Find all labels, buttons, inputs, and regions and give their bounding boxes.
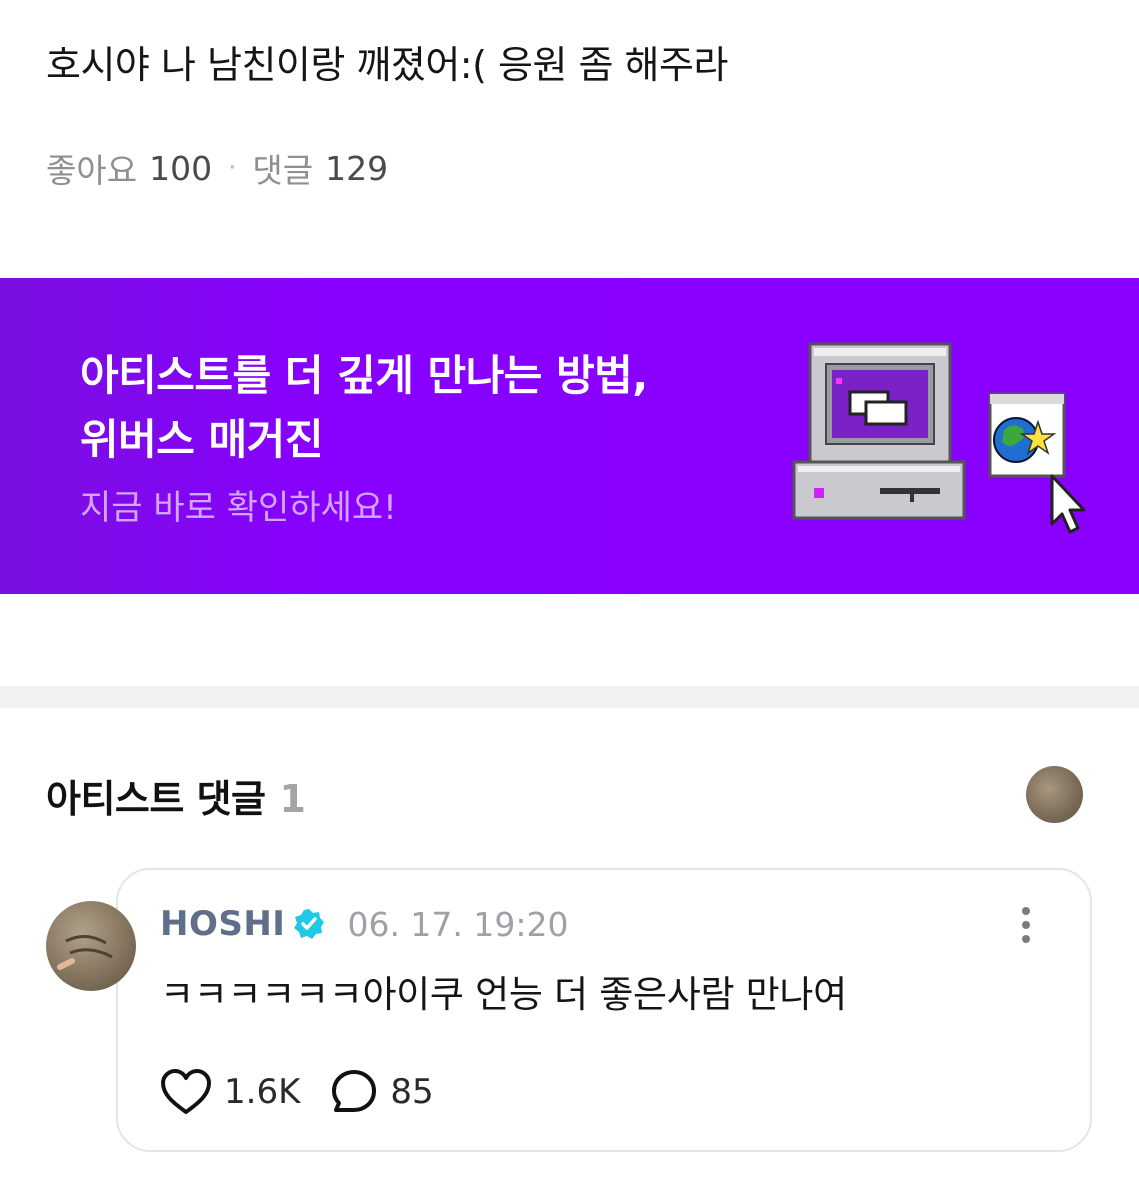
banner-illustration (792, 342, 1086, 534)
post-stats: 좋아요 100 · 댓글 129 (46, 144, 388, 192)
banner-title-line2: 위버스 매거진 (80, 415, 323, 464)
comment-timestamp: 06. 17. 19:20 (347, 904, 569, 944)
likes-count: 1.6K (224, 1072, 301, 1112)
reply-bubble-icon[interactable] (330, 1068, 378, 1116)
likes-label: 좋아요 (46, 151, 138, 190)
comment-author-row: HOSHI 06. 17. 19:20 (160, 904, 569, 944)
retro-computer-icon (792, 342, 966, 520)
more-options-icon[interactable] (1016, 906, 1036, 944)
comment-actions: 1.6K 85 (160, 1068, 434, 1116)
comment-text: ㅋㅋㅋㅋㅋㅋ아이쿠 언능 더 좋은사람 만나여 (160, 973, 847, 1016)
banner-title-line1: 아티스트를 더 깊게 만나는 방법, (80, 351, 648, 400)
avatar-image (57, 935, 113, 970)
heart-icon[interactable] (160, 1068, 212, 1116)
artist-comments-header: 아티스트 댓글 1 (46, 768, 306, 823)
artist-comments-title: 아티스트 댓글 (46, 777, 266, 821)
post-title: 호시야 나 남친이랑 깨졌어:( 응원 좀 해주라 (46, 43, 728, 87)
replies-count: 85 (390, 1072, 434, 1112)
section-divider (0, 686, 1139, 708)
globe-star-window-icon (988, 392, 1066, 478)
artist-comments-count: 1 (279, 777, 306, 821)
comments-count: 129 (325, 148, 389, 188)
comments-label: 댓글 (252, 151, 314, 190)
separator-dot: · (228, 153, 237, 183)
banner-title: 아티스트를 더 깊게 만나는 방법, 위버스 매거진 (80, 344, 648, 472)
artist-avatar-small[interactable] (1026, 766, 1083, 823)
banner-subtitle: 지금 바로 확인하세요! (80, 488, 397, 528)
mouse-cursor-icon (1050, 474, 1086, 534)
author-name[interactable]: HOSHI (160, 904, 285, 944)
likes-count: 100 (149, 148, 213, 188)
magazine-banner[interactable]: 아티스트를 더 깊게 만나는 방법, 위버스 매거진 지금 바로 확인하세요! (0, 278, 1139, 594)
avatar[interactable] (46, 901, 136, 991)
verified-badge-icon (294, 909, 325, 939)
